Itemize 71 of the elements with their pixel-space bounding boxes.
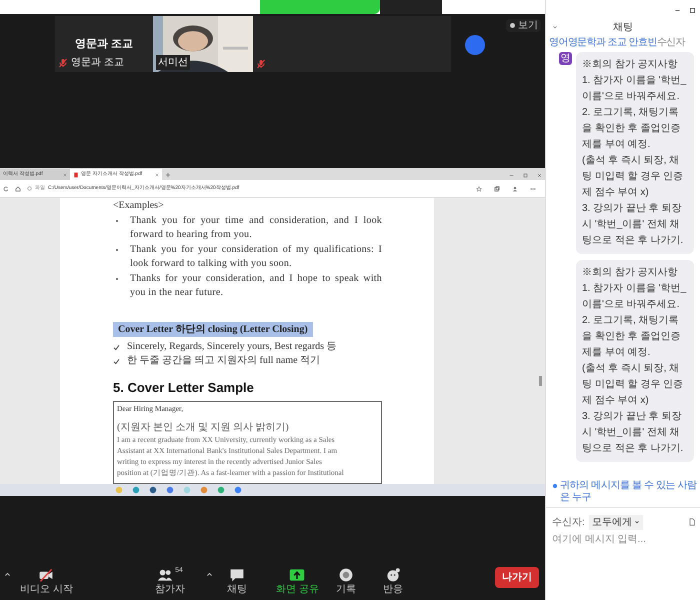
example-sentence: Thank you for your time and consideration, and I look forward to hearing from you. <box>130 214 382 242</box>
app-icon[interactable] <box>234 486 242 494</box>
message-line: (출석 후 즉시 퇴장, 채팅 미입력 할 경우 인증제 점수 부여 x) <box>582 362 684 408</box>
pdf-icon <box>73 172 79 178</box>
message-line: 3. 강의가 끝난 후 퇴장 시 '학번_이름' 전체 채팅으로 적은 후 나가기. <box>582 202 684 248</box>
highlighted-heading: Cover Letter 하단의 closing (Letter Closing) <box>113 322 313 337</box>
app-icon[interactable] <box>132 486 140 494</box>
favorite-icon[interactable] <box>476 186 482 192</box>
example-sentence: Thank you for your consideration of my qualifications: I look forward to talking with you soon. <box>130 243 382 271</box>
message-line: ※회의 참가 공지사항 <box>582 58 679 72</box>
message-line: 2. 로그기록, 채팅기록을 확인한 후 졸업인증제를 부여 예정. <box>582 314 682 360</box>
recipient-label: 수신자: <box>552 516 585 530</box>
share-screen-icon <box>289 567 306 583</box>
app-icon[interactable] <box>166 486 174 494</box>
close-icon[interactable] <box>537 173 542 178</box>
sender-avatar: 영 <box>559 52 572 65</box>
caret-icon <box>634 519 640 525</box>
close-icon[interactable] <box>155 172 159 176</box>
info-icon <box>27 186 32 191</box>
message-line: (출석 후 즉시 퇴장, 채팅 미입력 할 경우 인증제 점수 부여 x) <box>582 154 684 200</box>
message-line: 1. 참가자 이름을 '학번_이름'으로 바꿔주세요. <box>582 282 688 312</box>
chat-title: 채팅 <box>613 20 633 34</box>
sender-name: 영어영문학과 조교 안효빈 <box>549 36 657 50</box>
video-button[interactable]: 비디오 시작 <box>20 567 73 595</box>
chat-icon <box>229 567 245 583</box>
participant-label: 영문과 조교 <box>71 56 124 70</box>
record-icon <box>338 567 354 583</box>
share-button[interactable]: 화면 공유 <box>276 567 319 595</box>
new-tab-icon[interactable] <box>165 172 171 178</box>
recipient-text: 수신자 <box>656 36 685 50</box>
collections-icon[interactable] <box>494 186 500 192</box>
refresh-icon[interactable] <box>3 186 9 192</box>
bullet-icon <box>115 277 119 281</box>
message-line: ※회의 참가 공지사항 <box>582 266 679 280</box>
profile-icon[interactable] <box>512 186 518 192</box>
letter-note: (지원자 본인 소개 및 지원 의사 밝히기) <box>117 422 290 434</box>
caret-icon[interactable] <box>206 571 213 578</box>
closing-tip: 한 두줄 공간을 띄고 지원자의 full name 적기 <box>127 354 320 368</box>
example-sentence: Thanks for your consideration, and I hope to speak with you in the near future. <box>130 272 382 300</box>
app-icon[interactable] <box>149 486 157 494</box>
view-button[interactable]: 보기 <box>506 19 541 32</box>
participants-icon <box>157 567 174 583</box>
file-icon[interactable] <box>688 518 696 526</box>
caret-icon[interactable] <box>4 571 11 578</box>
bullet-icon <box>115 219 119 223</box>
record-button[interactable]: 기록 <box>336 567 356 595</box>
message-line: 3. 강의가 끝난 후 퇴장 시 '학번_이름' 전체 채팅으로 적은 후 나가기. <box>582 410 684 456</box>
collapse-icon[interactable] <box>552 24 558 30</box>
smiley-icon <box>385 567 401 583</box>
chat-button[interactable]: 채팅 <box>227 567 247 595</box>
participant-label: 서미선 <box>156 55 190 70</box>
view-icon <box>509 22 516 29</box>
visibility-note: 귀하의 메시지를 볼 수 있는 사람은 누구 <box>560 480 697 504</box>
home-icon[interactable] <box>15 186 21 192</box>
reactions-button[interactable]: 반응 <box>383 567 403 595</box>
closing-tip: Sincerely, Regards, Sincerely yours, Best regards 등 <box>127 340 337 354</box>
scrollbar-thumb[interactable] <box>539 376 542 386</box>
message-line: 1. 참가자 이름을 '학번_이름'으로 바꿔주세요. <box>582 74 688 104</box>
recipient-dropdown[interactable]: 모두에게 <box>588 514 643 530</box>
message-input[interactable]: 여기에 메시지 입력... <box>552 532 694 546</box>
bullet-icon <box>115 248 119 252</box>
close-icon[interactable] <box>63 172 67 176</box>
section-title: 5. Cover Letter Sample <box>113 380 255 396</box>
examples-heading: <Examples> <box>113 199 165 213</box>
restore-icon[interactable] <box>689 6 696 14</box>
more-icon[interactable] <box>530 186 536 192</box>
video-off-icon <box>38 567 54 583</box>
leave-button[interactable]: 나가기 <box>495 567 539 588</box>
message-line: 2. 로그기록, 채팅기록을 확인한 후 졸업인증제를 부여 예정. <box>582 106 682 152</box>
participant-name: 영문과 조교 <box>74 36 134 52</box>
info-icon <box>552 483 558 489</box>
